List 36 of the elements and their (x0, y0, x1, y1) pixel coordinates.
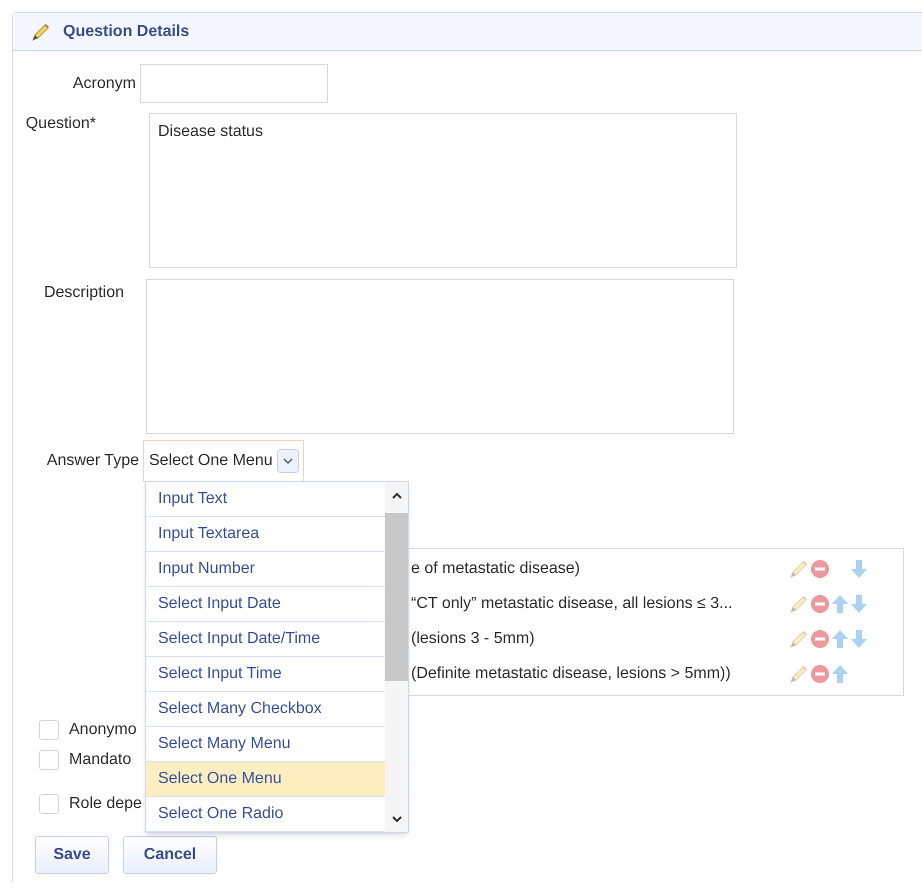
field-label: Description (42, 283, 125, 303)
dropdown-option[interactable]: Input Textarea (146, 517, 385, 552)
field-label: Answer Type (46, 451, 140, 471)
dropdown-option[interactable]: Select Input Date/Time (146, 622, 385, 657)
scrollbar[interactable] (385, 482, 408, 832)
panel-title: Question Details (63, 22, 190, 42)
scrollbar-thumb[interactable] (385, 513, 408, 681)
checkbox-label: Role depe (69, 794, 142, 814)
dropdown-option[interactable]: Input Text (146, 482, 385, 517)
caret-icon (276, 449, 299, 473)
cancel-button[interactable]: Cancel (123, 836, 217, 874)
field-label: Acronym (72, 74, 137, 94)
answer-text: “CT only” metastatic disease, all lesions ≤ 3... (411, 594, 734, 614)
question-field[interactable]: Disease status (149, 113, 737, 268)
dropdown-option[interactable]: Select Many Checkbox (146, 692, 385, 727)
answer-text: (lesions 3 - 5mm) (411, 628, 536, 648)
acronym-field[interactable] (140, 64, 328, 103)
answer-text: (Definite metastatic disease, lesions > 5mm)) (411, 664, 732, 684)
answer-text: e of metastatic disease) (411, 558, 581, 578)
checkbox[interactable] (39, 794, 59, 814)
dropdown-option[interactable]: Select Input Date (146, 587, 385, 622)
scroll-up-icon[interactable] (390, 491, 402, 501)
dropdown-option[interactable]: Select One Menu (146, 762, 385, 797)
dropdown-option[interactable]: Select Many Menu (146, 727, 385, 762)
dropdown-option[interactable]: Select Input Time (146, 657, 385, 692)
save-button[interactable]: Save (35, 836, 109, 874)
description-field[interactable] (146, 279, 734, 434)
scroll-down-icon[interactable] (390, 814, 402, 824)
field-label: Question* (24, 114, 97, 134)
checkbox-label: Anonymo (69, 720, 137, 740)
answer-type-select[interactable]: Select One Menu (143, 440, 304, 482)
checkbox[interactable] (39, 720, 59, 740)
checkbox-label: Mandato (69, 750, 132, 770)
dropdown-option[interactable]: Input Number (146, 552, 385, 587)
checkbox[interactable] (39, 750, 59, 770)
dropdown-option[interactable]: Select One Radio (146, 797, 385, 832)
